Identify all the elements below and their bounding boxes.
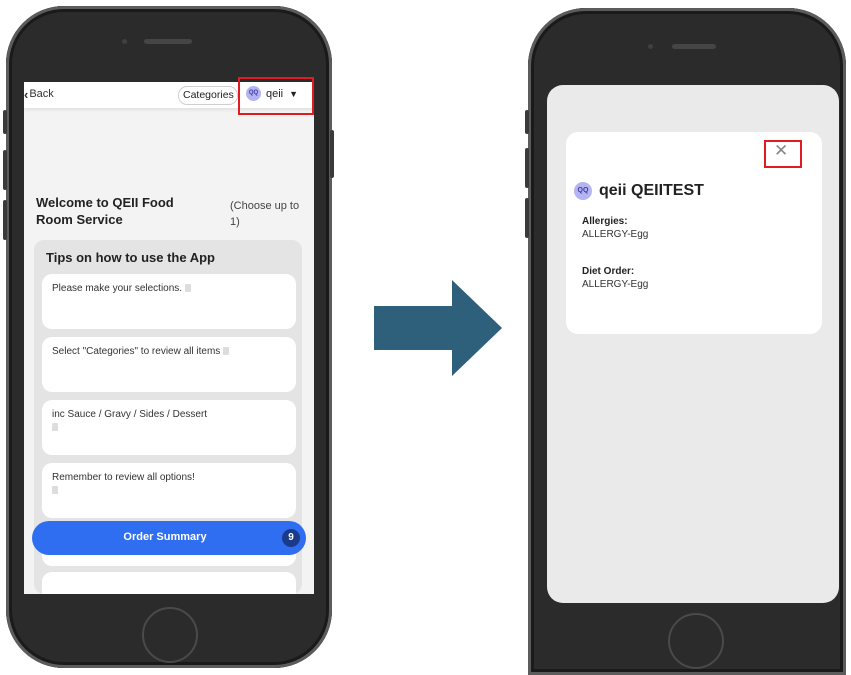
mute-switch bbox=[525, 110, 529, 134]
order-count-badge: 9 bbox=[282, 529, 300, 547]
volume-up-button bbox=[525, 148, 529, 188]
order-summary-label: Order Summary bbox=[123, 531, 207, 543]
speaker-grille bbox=[672, 44, 716, 49]
tip-item: inc Sauce / Gravy / Sides / Dessert bbox=[42, 400, 296, 455]
home-button bbox=[668, 613, 724, 669]
emoji-placeholder-icon bbox=[223, 347, 230, 356]
volume-down-button bbox=[525, 198, 529, 238]
patient-name: qeii QEIITEST bbox=[599, 182, 704, 199]
tip-text: Please make your selections. bbox=[52, 283, 183, 294]
categories-button[interactable]: Categories bbox=[178, 86, 238, 105]
diet-order-label: Diet Order: bbox=[582, 266, 635, 277]
tip-item bbox=[42, 572, 296, 594]
volume-up-button bbox=[3, 150, 7, 190]
order-summary-button[interactable]: Order Summary 9 bbox=[32, 521, 306, 555]
emoji-placeholder-icon bbox=[52, 486, 58, 495]
highlight-box bbox=[238, 77, 314, 115]
tips-title: Tips on how to use the App bbox=[46, 250, 215, 265]
front-camera bbox=[122, 39, 127, 44]
diet-order-value: ALLERGY-Egg bbox=[582, 279, 649, 290]
speaker-grille bbox=[144, 39, 192, 44]
back-label: Back bbox=[29, 88, 54, 100]
tip-item: Remember to review all options! bbox=[42, 463, 296, 518]
power-button bbox=[330, 130, 334, 178]
avatar: QQ bbox=[574, 182, 592, 200]
volume-down-button bbox=[3, 200, 7, 240]
chevron-left-icon: ‹ bbox=[24, 86, 29, 102]
home-button bbox=[142, 607, 198, 663]
allergies-label: Allergies: bbox=[582, 216, 628, 227]
allergies-value: ALLERGY-Egg bbox=[582, 229, 649, 240]
back-button[interactable]: ‹ Back bbox=[24, 86, 54, 102]
welcome-title: Welcome to QEII Food Room Service bbox=[36, 195, 174, 227]
modal-header: QQ qeii QEIITEST bbox=[574, 182, 704, 200]
left-phone-screen: ‹ Back Categories QQ qeii ▼ Welcome to Q… bbox=[24, 82, 314, 594]
tip-text: Select "Categories" to review all items bbox=[52, 346, 221, 357]
emoji-placeholder-icon bbox=[185, 284, 192, 293]
front-camera bbox=[648, 44, 653, 49]
right-arrow-icon bbox=[374, 280, 502, 376]
choose-hint: (Choose up to 1) bbox=[230, 200, 300, 228]
mute-switch bbox=[3, 110, 7, 134]
tip-text: Remember to review all options! bbox=[52, 472, 195, 483]
tip-item: Please make your selections. bbox=[42, 274, 296, 329]
tip-text: inc Sauce / Gravy / Sides / Dessert bbox=[52, 409, 208, 420]
tip-item: Select "Categories" to review all items bbox=[42, 337, 296, 392]
emoji-placeholder-icon bbox=[52, 423, 58, 432]
highlight-box bbox=[764, 140, 802, 168]
